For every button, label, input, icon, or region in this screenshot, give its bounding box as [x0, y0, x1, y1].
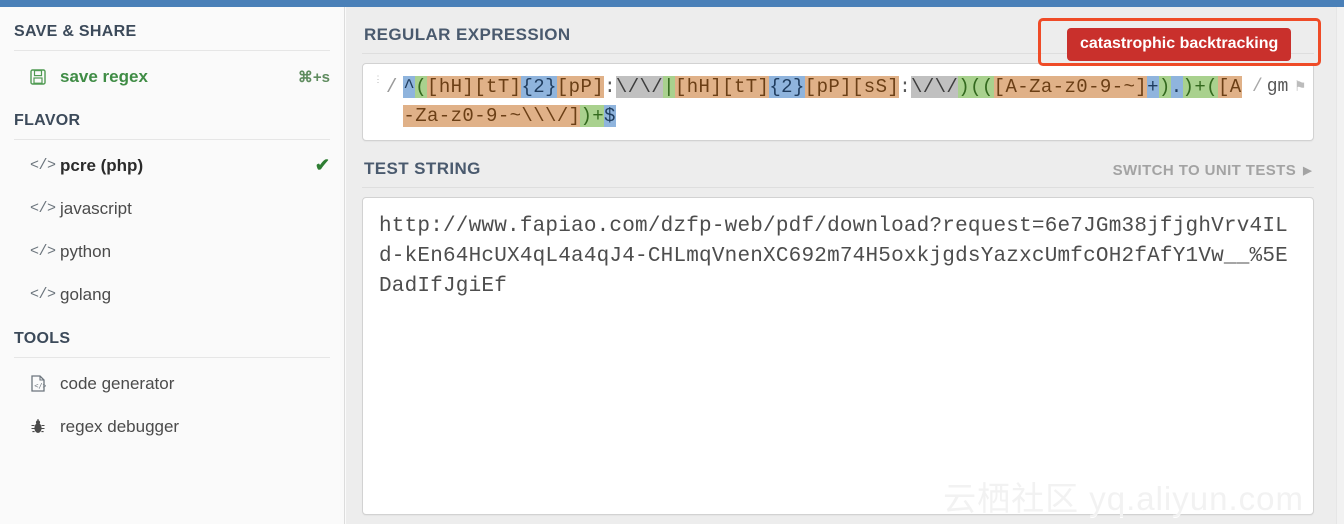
- sidebar-item-label: save regex: [60, 66, 148, 86]
- switch-to-unit-tests-label: SWITCH TO UNIT TESTS: [1112, 162, 1297, 179]
- regex-close-delimiter: /: [1251, 77, 1263, 97]
- switch-to-unit-tests-button[interactable]: SWITCH TO UNIT TESTS ▶: [1113, 162, 1312, 179]
- sidebar-section-save-share: SAVE & SHARE: [14, 7, 330, 51]
- regex-open-delimiter: /: [386, 76, 398, 98]
- sidebar-item-javascript[interactable]: </> javascript: [14, 187, 330, 230]
- regex-token-group: ((: [970, 76, 994, 98]
- regex-token-group: )+: [1182, 76, 1207, 98]
- regex-token-class: [tT]: [474, 76, 522, 98]
- regex-token-quant: {2}: [769, 76, 805, 98]
- regex-token-group: ): [958, 76, 971, 98]
- sidebar-item-python[interactable]: </> python: [14, 230, 330, 273]
- regex-token-class: [sS]: [852, 76, 900, 98]
- svg-text:</>: </>: [34, 382, 46, 390]
- code-icon: </>: [30, 286, 56, 303]
- drag-handle-icon[interactable]: ⋮: [372, 73, 384, 84]
- flag-icon[interactable]: ⚑: [1288, 78, 1305, 96]
- status-badge-catastrophic-backtracking[interactable]: catastrophic backtracking: [1067, 28, 1292, 61]
- regex-token-plain: :: [604, 76, 616, 98]
- regex-editor[interactable]: ⋮ / ^([hH][tT]{2}[pP]:\/\/|[hH][tT]{2}[p…: [362, 63, 1314, 141]
- regex-token-class: [A-Za-z0-9-~]: [993, 76, 1148, 98]
- test-panel-header: TEST STRING SWITCH TO UNIT TESTS ▶: [362, 141, 1314, 188]
- regex-token-class: [hH]: [427, 76, 475, 98]
- check-icon: ✔: [314, 155, 330, 175]
- sidebar-item-golang[interactable]: </> golang: [14, 273, 330, 316]
- regex-pattern-input[interactable]: ^([hH][tT]{2}[pP]:\/\/|[hH][tT]{2}[pP][s…: [403, 73, 1242, 131]
- regex-token-plain: :: [899, 76, 912, 98]
- sidebar: SAVE & SHARE save regex ⌘+s FLAVOR </> p…: [0, 7, 345, 524]
- page-scrollbar[interactable]: [1336, 7, 1344, 524]
- sidebar-item-save-regex[interactable]: save regex ⌘+s: [14, 55, 330, 98]
- regex-token-anchor: $: [604, 105, 616, 127]
- sidebar-item-label: javascript: [60, 198, 132, 218]
- test-panel-title: TEST STRING: [364, 159, 481, 178]
- sidebar-item-label: golang: [60, 284, 112, 304]
- regex-token-group: )+: [580, 105, 605, 127]
- sidebar-item-label: code generator: [60, 373, 175, 393]
- sidebar-item-pcre-php[interactable]: </> pcre (php) ✔: [14, 144, 330, 187]
- sidebar-section-flavor: FLAVOR: [14, 98, 330, 140]
- regex-token-class: [pP]: [556, 76, 605, 98]
- main-content: REGULAR EXPRESSION ⋮ / ^([hH][tT]{2}[pP]…: [346, 7, 1336, 524]
- bug-icon: [30, 418, 60, 435]
- sidebar-item-label: python: [60, 241, 112, 261]
- code-file-icon: </>: [30, 375, 60, 392]
- regex-token-class: [hH]: [674, 76, 723, 98]
- code-icon: </>: [30, 243, 56, 260]
- test-string-editor[interactable]: http://www.fapiao.com/dzfp-web/pdf/downl…: [362, 197, 1314, 515]
- top-accent-bar: [0, 0, 1344, 7]
- regex-token-quant: +: [1147, 76, 1159, 98]
- regex-token-group: ): [1158, 76, 1171, 98]
- sidebar-item-label: regex debugger: [60, 416, 180, 436]
- sidebar-item-code-generator[interactable]: </> code generator: [14, 362, 330, 405]
- regex-flags[interactable]: / gm ⚑: [1242, 73, 1305, 102]
- sidebar-item-regex-debugger[interactable]: regex debugger: [14, 405, 330, 448]
- regex-panel-title: REGULAR EXPRESSION: [364, 25, 571, 44]
- regex-flags-value: gm: [1266, 77, 1289, 97]
- regex-token-dot: .: [1170, 76, 1183, 98]
- sidebar-item-label: pcre (php): [60, 155, 144, 175]
- regex-token-literal: \/\/: [615, 76, 664, 98]
- code-icon: </>: [30, 157, 56, 174]
- regex-token-class: [pP]: [804, 76, 852, 98]
- test-string-content[interactable]: http://www.fapiao.com/dzfp-web/pdf/downl…: [379, 212, 1297, 302]
- regex-token-class: [tT]: [722, 76, 770, 98]
- regex-token-group: (: [1206, 76, 1218, 98]
- annotation-highlight-box: catastrophic backtracking: [1038, 18, 1321, 66]
- regex-token-group: |: [663, 76, 675, 98]
- floppy-disk-icon: [30, 68, 60, 85]
- save-regex-shortcut: ⌘+s: [297, 68, 330, 86]
- code-icon: </>: [30, 200, 56, 217]
- chevron-right-icon: ▶: [1303, 165, 1312, 177]
- regex-token-literal: \/\/: [911, 76, 959, 98]
- regex-token-anchor: ^: [403, 76, 416, 98]
- sidebar-section-tools: TOOLS: [14, 316, 330, 358]
- regex101-app: SAVE & SHARE save regex ⌘+s FLAVOR </> p…: [0, 0, 1344, 524]
- regex-token-quant: {2}: [521, 76, 557, 98]
- regex-token-group: (: [415, 76, 428, 98]
